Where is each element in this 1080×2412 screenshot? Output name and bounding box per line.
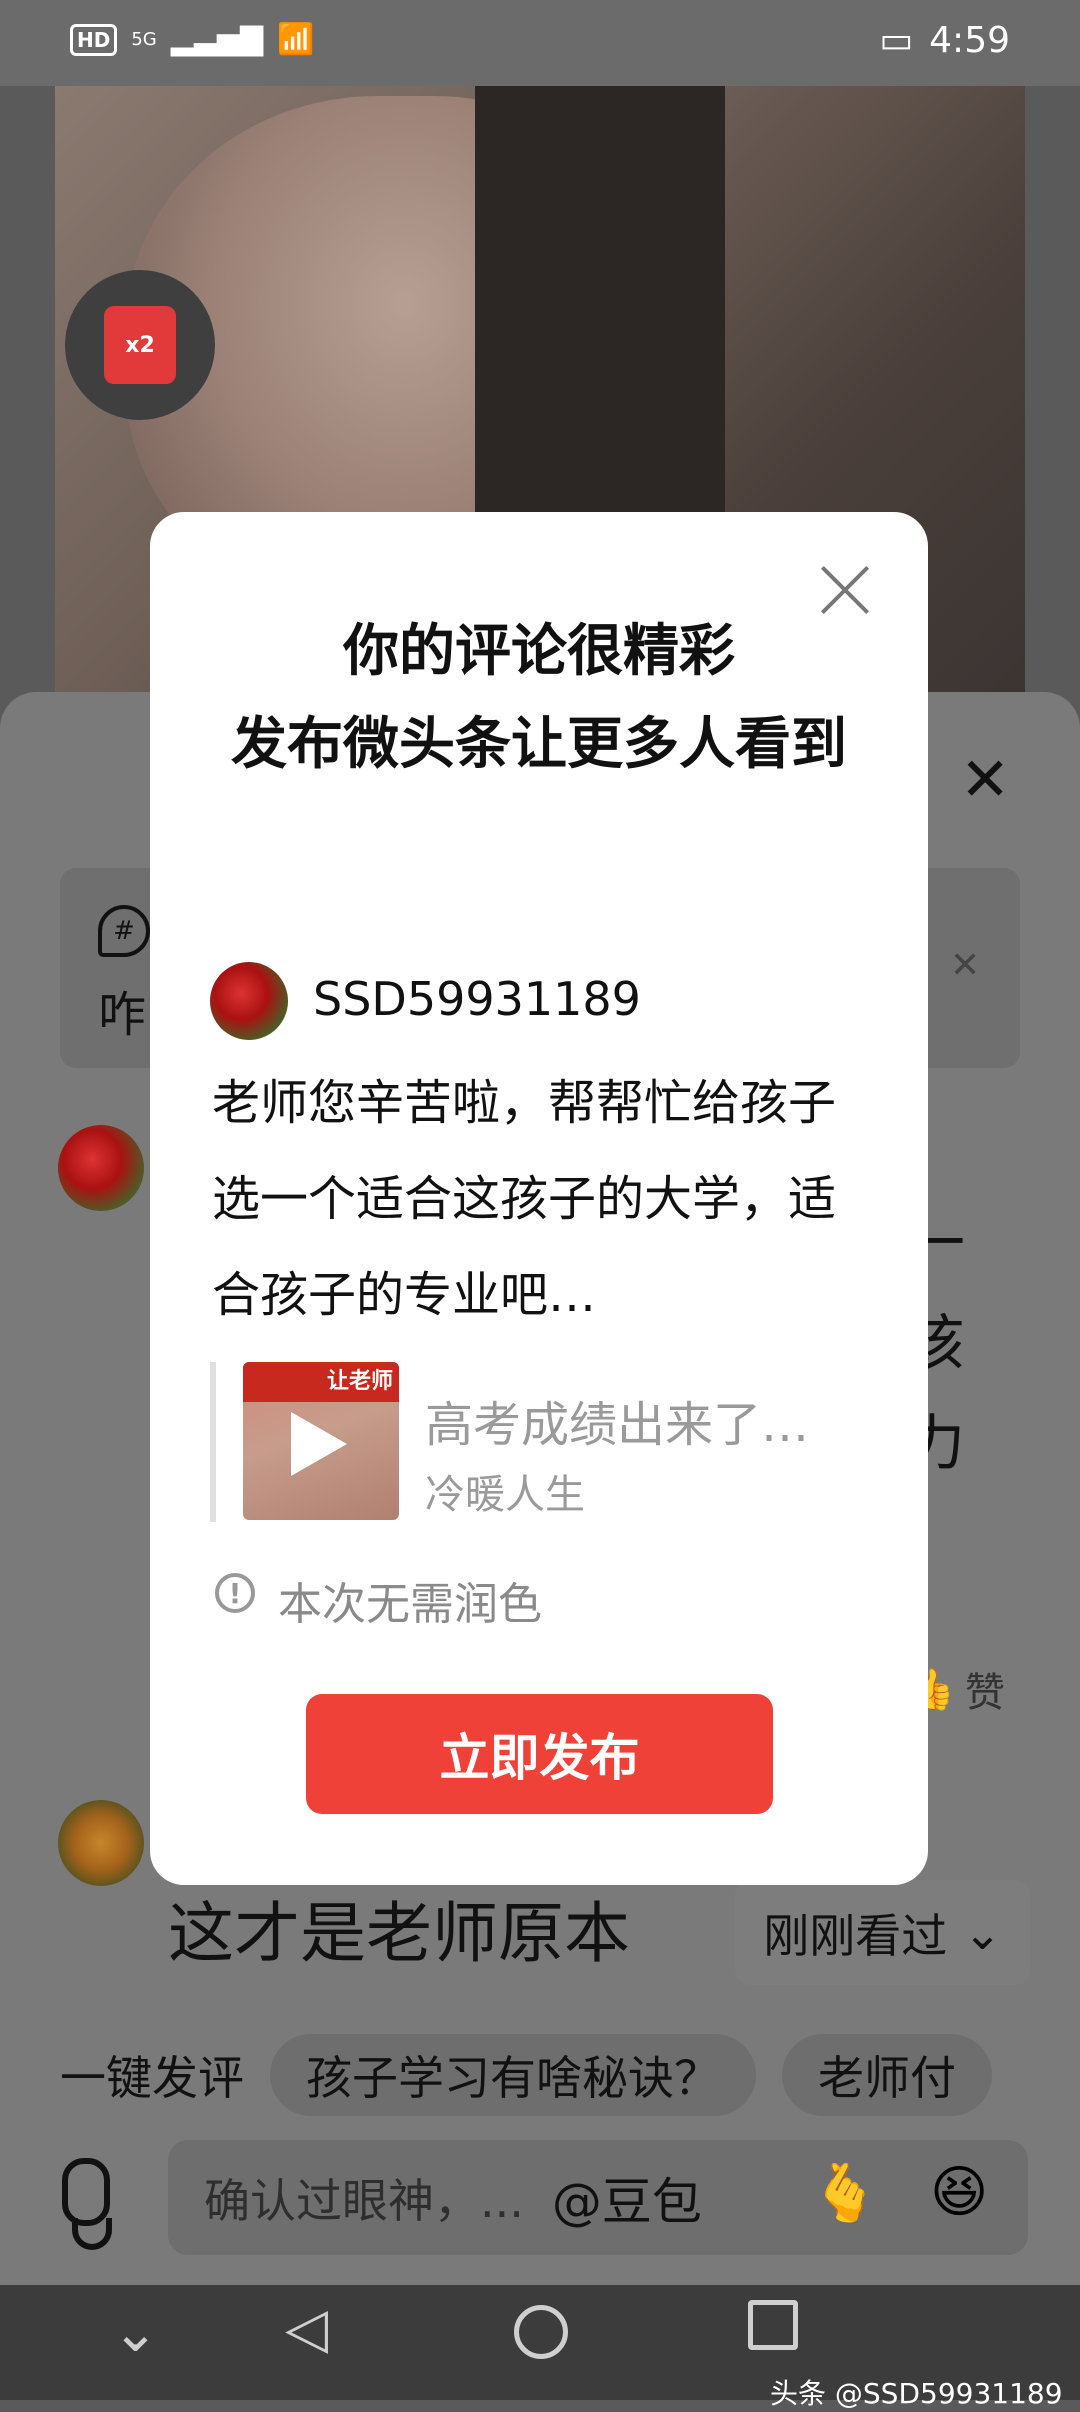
watermark: 头条 @SSD59931189	[770, 2377, 1063, 2410]
quoted-video-author: 冷暖人生	[425, 1472, 585, 1518]
recent-label: 刚刚看过	[763, 1908, 948, 1963]
quick-comment-chip[interactable]: 老师付	[782, 2034, 992, 2116]
hd-badge: HD	[70, 23, 118, 56]
comment-preview: 老师您辛苦啦，帮帮忙给孩子选一个适合这孩子的大学，适合孩子的专业吧…	[212, 1075, 837, 1323]
input-placeholder: 确认过眼神，...	[204, 2173, 524, 2228]
signal-icon: ▂▃▅▇	[170, 22, 264, 57]
info-icon: !	[215, 1573, 255, 1613]
chevron-down-icon: ⌄	[963, 1905, 1002, 1960]
publish-button[interactable]: 立即发布	[306, 1694, 773, 1814]
topic-close-icon[interactable]: ✕	[950, 945, 980, 986]
status-left: HD 5G ▂▃▅▇ 📶	[70, 22, 314, 57]
microphone-icon[interactable]	[62, 2158, 110, 2226]
topic-text: 咋	[98, 987, 147, 1043]
network-label: 5G	[131, 29, 157, 50]
quick-comment-label[interactable]: 一键发评	[60, 2042, 244, 2108]
video-thumbnail: 让老师	[243, 1362, 399, 1520]
quick-comment-row: 一键发评 孩子学习有啥秘诀？ 老师付	[0, 2030, 1080, 2120]
home-icon[interactable]	[514, 2305, 568, 2359]
avatar[interactable]	[58, 1800, 144, 1886]
hashtag-icon: #	[98, 905, 150, 957]
clock: 4:59	[929, 20, 1010, 61]
avatar[interactable]	[58, 1125, 144, 1211]
quoted-video-title: 高考成绩出来了…	[425, 1397, 810, 1453]
heart-hand-emoji-icon[interactable]: 🫰	[810, 2160, 880, 2226]
avatar	[210, 962, 288, 1040]
comment-input[interactable]: 确认过眼神，... @豆包	[168, 2140, 1028, 2255]
recently-viewed-button[interactable]: 刚刚看过 ⌄	[735, 1880, 1030, 1985]
status-bar: HD 5G ▂▃▅▇ 📶 ▭ 4:59	[0, 0, 1080, 86]
battery-icon: ▭	[879, 20, 914, 61]
recents-icon[interactable]	[748, 2300, 798, 2350]
thumbnail-label: 让老师	[243, 1362, 399, 1402]
notice-text: 本次无需润色	[278, 1579, 542, 1630]
play-icon	[291, 1412, 347, 1476]
red-packet-button[interactable]: x2	[65, 270, 215, 420]
like-label: 赞	[964, 1670, 1005, 1716]
comment-text: 这才是老师原本	[168, 1895, 630, 1972]
back-icon[interactable]: ◁	[285, 2296, 328, 2361]
mention-doubao[interactable]: @豆包	[552, 2162, 702, 2234]
status-right: ▭ 4:59	[879, 20, 1010, 61]
close-icon[interactable]: ✕	[960, 745, 1010, 815]
red-packet-icon: x2	[104, 306, 176, 384]
username: SSD59931189	[313, 972, 641, 1026]
chevron-down-icon[interactable]: ⌄	[112, 2300, 159, 2365]
quick-comment-chip[interactable]: 孩子学习有啥秘诀？	[270, 2034, 756, 2116]
wifi-icon: 📶	[277, 22, 315, 57]
laughing-emoji-icon[interactable]: 😆	[930, 2160, 988, 2225]
dialog-title: 你的评论很精彩 发布微头条让更多人看到	[231, 619, 847, 777]
